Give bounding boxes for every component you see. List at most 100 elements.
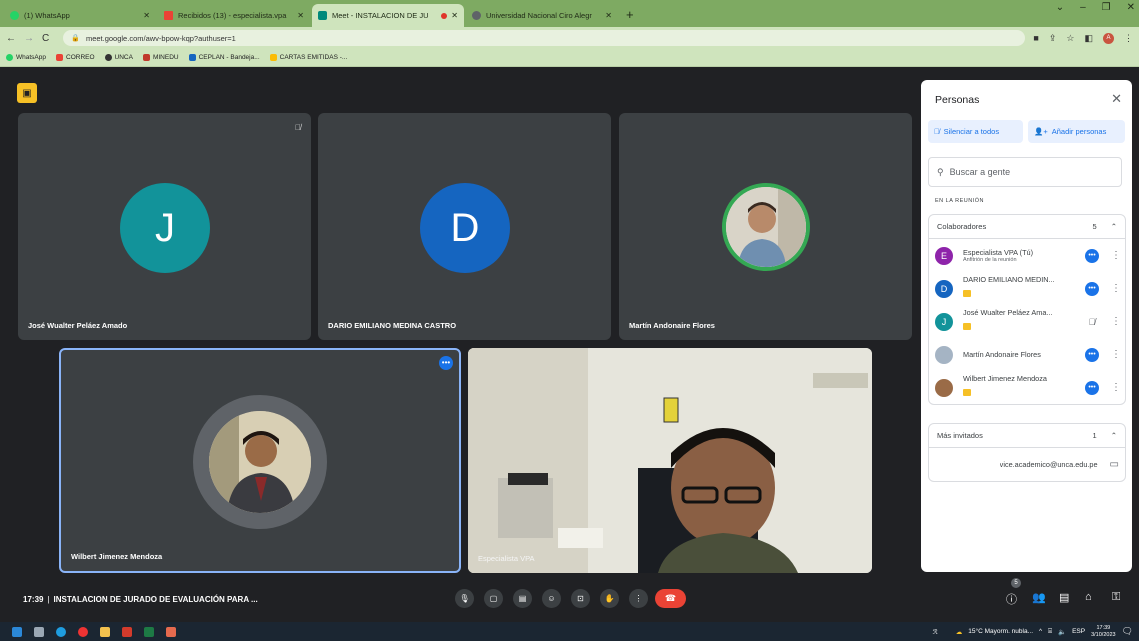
back-icon[interactable]: ← xyxy=(6,33,16,44)
more-guests-header[interactable]: Más invitados 1 ⌃ xyxy=(929,424,1125,448)
chat-icon[interactable]: ▤ xyxy=(1059,591,1069,604)
screen: (1) WhatsApp ✕ Recibidos (13) - especial… xyxy=(0,0,1139,641)
tab-unca[interactable]: Universidad Nacional Ciro Alegr ✕ xyxy=(466,4,618,27)
file-explorer-icon[interactable] xyxy=(100,626,110,637)
share-icon[interactable]: ⇪ xyxy=(1049,33,1057,44)
tab-gmail[interactable]: Recibidos (13) - especialista.vpa ✕ xyxy=(158,4,310,27)
leave-call-button[interactable]: ☎ xyxy=(655,589,686,608)
opera-icon[interactable] xyxy=(78,626,88,637)
bookmarks-bar: WhatsApp CORREO UNCA MINEDU CEPLAN - Ban… xyxy=(0,49,1139,67)
participant-tile-martin[interactable]: Martín Andonaire Flores xyxy=(619,113,912,340)
search-icon: ⚲ xyxy=(937,166,944,177)
add-people-button[interactable]: 👤+ Añadir personas xyxy=(1028,120,1125,143)
forward-icon[interactable]: → xyxy=(24,33,34,44)
camera-in-use-icon[interactable]: ■ xyxy=(1033,33,1038,43)
camera-button[interactable]: ▢ xyxy=(484,589,503,608)
info-icon[interactable]: ⓘ xyxy=(1006,591,1017,607)
kebab-menu-icon[interactable]: ⋮ xyxy=(1111,250,1121,261)
people-tray-icon[interactable]: ℛ xyxy=(933,628,938,636)
mute-all-button[interactable]: 🎙̸ Silenciar a todos xyxy=(928,120,1023,143)
bookmark-ceplan[interactable]: CEPLAN - Bandeja... xyxy=(188,54,260,61)
close-tab-icon[interactable]: ✕ xyxy=(605,11,612,20)
windows-start-icon[interactable] xyxy=(12,626,22,637)
profile-avatar[interactable]: A xyxy=(1103,32,1114,44)
menu-kebab-icon[interactable]: ⋮ xyxy=(1124,33,1133,44)
search-people-input[interactable]: ⚲ Buscar a gente xyxy=(928,157,1122,187)
kebab-menu-icon: ⋮ xyxy=(634,594,643,603)
participant-row[interactable]: Martín Andonaire Flores ••• ⋮ xyxy=(929,338,1125,371)
chevron-up-icon[interactable]: ^ xyxy=(1039,628,1042,635)
participant-name: Martín Andonaire Flores xyxy=(963,350,1041,359)
tab-meet[interactable]: Meet - INSTALACION DE JU ✕ xyxy=(312,4,464,27)
network-icon[interactable]: ⌸ xyxy=(1048,628,1052,636)
weather-icon: ☁ xyxy=(955,628,963,636)
message-icon[interactable]: ▭ xyxy=(1110,459,1119,470)
participant-tile-wilbert[interactable]: ••• Wilbert Jimenez Mendoza xyxy=(59,348,461,573)
close-tab-icon[interactable]: ✕ xyxy=(143,11,150,20)
task-view-icon[interactable] xyxy=(34,626,44,637)
participant-row[interactable]: E Especialista VPA (Tú) Anfitrión de la r… xyxy=(929,239,1125,272)
hang-up-icon: ☎ xyxy=(664,593,677,603)
bookmark-minedu[interactable]: MINEDU xyxy=(142,54,179,61)
side-panel-icon[interactable]: ◧ xyxy=(1084,33,1093,44)
mic-off-icon[interactable]: 🎙̸ xyxy=(1085,317,1099,327)
gmail-icon xyxy=(164,11,173,20)
more-options-icon[interactable]: ••• xyxy=(1085,380,1099,395)
close-tab-icon[interactable]: ✕ xyxy=(451,11,458,20)
more-options-button[interactable]: ⋮ xyxy=(629,589,648,608)
emoji-button[interactable]: ☺ xyxy=(542,589,561,608)
people-icon[interactable]: 👥 xyxy=(1032,591,1046,604)
minimize-icon[interactable]: – xyxy=(1080,2,1086,13)
more-options-icon[interactable]: ••• xyxy=(1085,281,1099,296)
bookmark-unca[interactable]: UNCA xyxy=(104,54,133,61)
participant-row[interactable]: J José Wualter Peláez Ama... 🎙̸ ⋮ xyxy=(929,305,1125,338)
presentation-icon[interactable]: ▣ xyxy=(17,83,37,103)
participant-row[interactable]: D DARIO EMILIANO MEDIN... ••• ⋮ xyxy=(929,272,1125,305)
participant-tile-especialista[interactable]: Especialista VPA xyxy=(468,348,872,573)
camera-icon: ▢ xyxy=(489,594,498,603)
url-field[interactable]: 🔒 meet.google.com/awv-bpow-kqp?authuser=… xyxy=(63,30,1026,46)
kebab-menu-icon[interactable]: ⋮ xyxy=(1111,283,1121,294)
participant-row[interactable]: Wilbert Jimenez Mendoza ••• ⋮ xyxy=(929,371,1125,404)
emoji-icon: ☺ xyxy=(547,594,556,603)
participant-photo xyxy=(722,183,810,271)
participant-tile-jose[interactable]: 🎙̸ J José Wualter Peláez Amado xyxy=(18,113,311,340)
clock[interactable]: 17:39 3/10/2023 xyxy=(1091,625,1115,639)
bookmark-star-icon[interactable]: ☆ xyxy=(1066,33,1074,44)
raise-hand-button[interactable]: ✋ xyxy=(600,589,619,608)
weather-text[interactable]: 15°C Mayorm. nubla... xyxy=(968,628,1033,635)
close-panel-icon[interactable]: ✕ xyxy=(1111,91,1122,107)
host-controls-icon[interactable]: ⚿ xyxy=(1112,591,1120,604)
guest-row[interactable]: vice.academico@unca.edu.pe ▭ xyxy=(929,448,1125,481)
tab-whatsapp[interactable]: (1) WhatsApp ✕ xyxy=(4,4,156,27)
edge-icon[interactable] xyxy=(56,626,66,637)
language-indicator[interactable]: ESP xyxy=(1072,628,1085,635)
excel-icon[interactable] xyxy=(144,626,154,637)
volume-icon[interactable]: 🔈 xyxy=(1058,628,1066,636)
kebab-menu-icon[interactable]: ⋮ xyxy=(1111,382,1121,393)
more-options-icon[interactable]: ••• xyxy=(439,356,453,370)
bookmark-cartas[interactable]: CARTAS EMITIDAS -... xyxy=(269,54,347,61)
more-options-icon[interactable]: ••• xyxy=(1085,248,1099,263)
close-window-icon[interactable]: ✕ xyxy=(1127,2,1135,13)
bookmark-whatsapp[interactable]: WhatsApp xyxy=(6,54,46,61)
notifications-icon[interactable]: 🗨 xyxy=(1122,626,1133,637)
chrome-icon[interactable] xyxy=(166,626,176,637)
more-options-icon[interactable]: ••• xyxy=(1085,347,1099,362)
close-tab-icon[interactable]: ✕ xyxy=(297,11,304,20)
present-button[interactable]: ⊡ xyxy=(571,589,590,608)
collaborators-header[interactable]: Colaboradores 5 ⌃ xyxy=(929,215,1125,239)
bookmark-correo[interactable]: CORREO xyxy=(56,54,95,61)
kebab-menu-icon[interactable]: ⋮ xyxy=(1111,316,1121,327)
new-tab-button[interactable]: + xyxy=(620,4,640,27)
reload-icon[interactable]: C xyxy=(42,33,49,44)
restore-icon[interactable]: ❐ xyxy=(1102,2,1111,13)
window-controls: ⌄ – ❐ ✕ xyxy=(1056,2,1135,13)
mic-button[interactable]: 🎙 xyxy=(455,589,474,608)
activities-icon[interactable]: ⌂ xyxy=(1085,591,1092,603)
captions-button[interactable]: ▤ xyxy=(513,589,532,608)
tab-search-icon[interactable]: ⌄ xyxy=(1056,2,1064,13)
kebab-menu-icon[interactable]: ⋮ xyxy=(1111,349,1121,360)
acrobat-icon[interactable] xyxy=(122,626,132,637)
participant-tile-dario[interactable]: D DARIO EMILIANO MEDINA CASTRO xyxy=(318,113,611,340)
